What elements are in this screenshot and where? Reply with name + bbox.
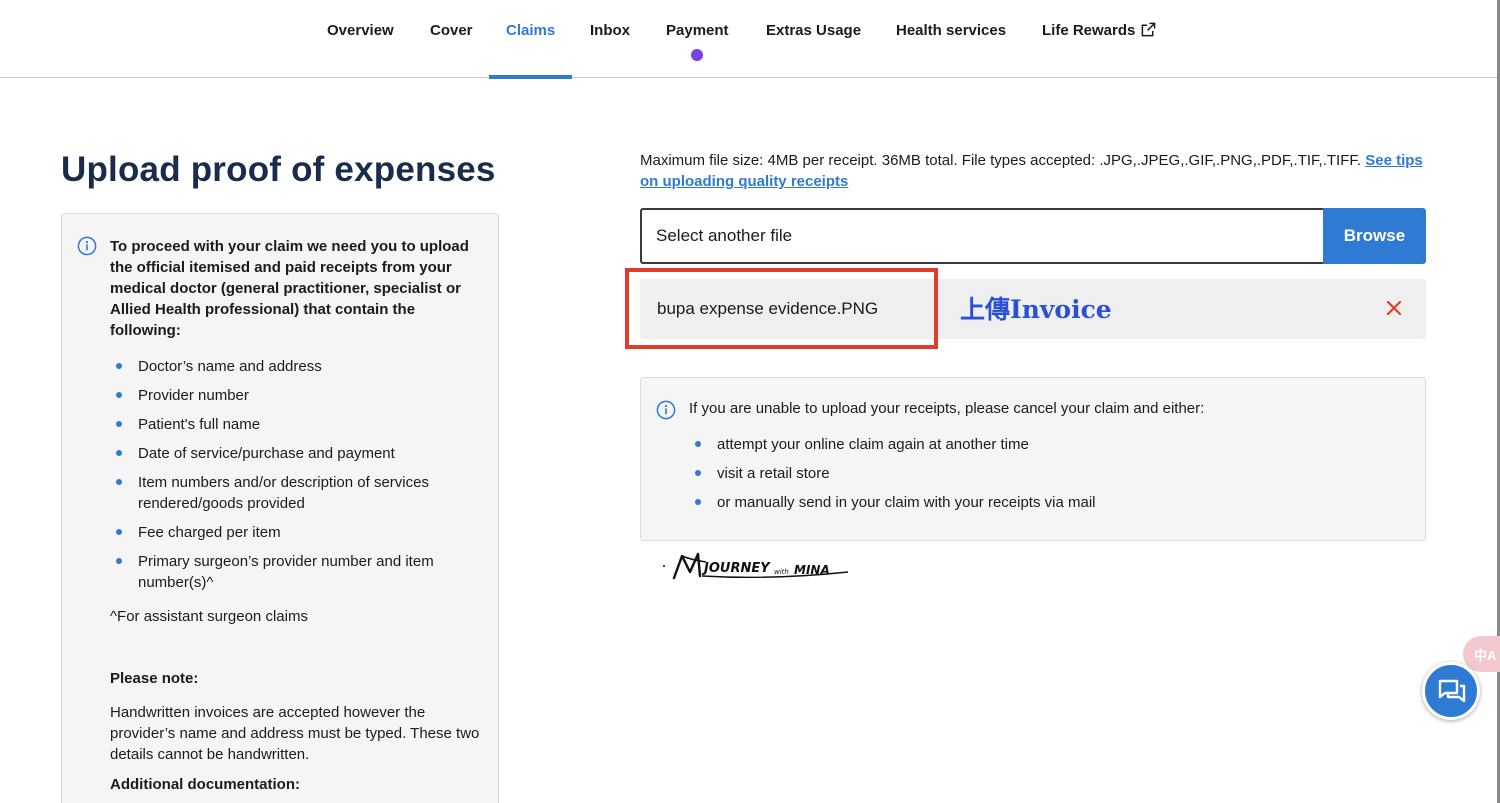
list-item: Doctor’s name and address bbox=[110, 356, 490, 377]
help-intro: If you are unable to upload your receipt… bbox=[689, 400, 1205, 417]
tab-health-services[interactable]: Health services bbox=[896, 22, 1006, 78]
list-item: Fee charged per item bbox=[110, 522, 490, 543]
list-item: visit a retail store bbox=[689, 463, 1095, 484]
note-heading: Please note: bbox=[110, 670, 199, 687]
browse-button[interactable]: Browse bbox=[1323, 208, 1426, 264]
close-x-icon[interactable] bbox=[1384, 298, 1404, 318]
list-item: attempt your online claim again at anoth… bbox=[689, 434, 1095, 455]
info-circle-icon bbox=[77, 236, 97, 256]
active-tab-indicator bbox=[489, 75, 573, 79]
tab-claims[interactable]: Claims bbox=[489, 22, 573, 79]
additional-docs-heading: Additional documentation: bbox=[110, 776, 300, 793]
annotation-text: 上傳Invoice bbox=[960, 295, 1112, 324]
tab-life-rewards[interactable]: Life Rewards bbox=[1042, 22, 1156, 78]
list-item: Date of service/purchase and payment bbox=[110, 443, 490, 464]
page-title: Upload proof of expenses bbox=[61, 150, 496, 189]
tab-payment-label: Payment bbox=[666, 22, 729, 39]
help-list: attempt your online claim again at anoth… bbox=[689, 434, 1095, 521]
tab-claims-label: Claims bbox=[506, 22, 556, 39]
footnote: ^For assistant surgeon claims bbox=[110, 608, 308, 625]
chat-button[interactable] bbox=[1422, 662, 1480, 720]
file-select-input[interactable] bbox=[640, 208, 1324, 264]
watermark-text: JOURNEY bbox=[701, 561, 771, 576]
list-item: Patient's full name bbox=[110, 414, 490, 435]
help-panel: If you are unable to upload your receipt… bbox=[640, 377, 1426, 541]
list-item: or manually send in your claim with your… bbox=[689, 492, 1095, 513]
top-navigation: Overview Cover Claims Inbox Payment Extr… bbox=[0, 0, 1500, 79]
file-limits-text: Maximum file size: 4MB per receipt. 36MB… bbox=[640, 152, 1362, 169]
tab-life-rewards-label: Life Rewards bbox=[1042, 22, 1136, 39]
tab-payment[interactable]: Payment bbox=[666, 22, 729, 78]
requirements-intro: To proceed with your claim we need you t… bbox=[110, 238, 469, 339]
svg-text:with: with bbox=[774, 568, 789, 576]
requirements-panel: To proceed with your claim we need you t… bbox=[61, 213, 499, 803]
tab-extras-usage[interactable]: Extras Usage bbox=[766, 22, 861, 78]
list-item: Provider number bbox=[110, 385, 490, 406]
list-item: Primary surgeon’s provider number and it… bbox=[110, 551, 490, 593]
file-requirements-text: Maximum file size: 4MB per receipt. 36MB… bbox=[640, 150, 1430, 192]
tab-inbox[interactable]: Inbox bbox=[590, 22, 630, 78]
chat-bubbles-icon bbox=[1438, 679, 1466, 703]
tab-overview[interactable]: Overview bbox=[327, 22, 394, 78]
info-circle-icon bbox=[656, 400, 676, 420]
notification-dot bbox=[691, 49, 704, 61]
annotation-highlight-box bbox=[625, 268, 938, 349]
tab-cover[interactable]: Cover bbox=[430, 22, 473, 78]
translate-icon[interactable]: 中A bbox=[1463, 636, 1500, 672]
external-link-icon bbox=[1142, 22, 1156, 37]
watermark-signature: JOURNEY with MINA bbox=[663, 552, 849, 580]
requirements-list: Doctor’s name and address Provider numbe… bbox=[110, 356, 490, 601]
note-text: Handwritten invoices are accepted howeve… bbox=[110, 704, 480, 763]
list-item: Item numbers and/or description of servi… bbox=[110, 472, 490, 514]
